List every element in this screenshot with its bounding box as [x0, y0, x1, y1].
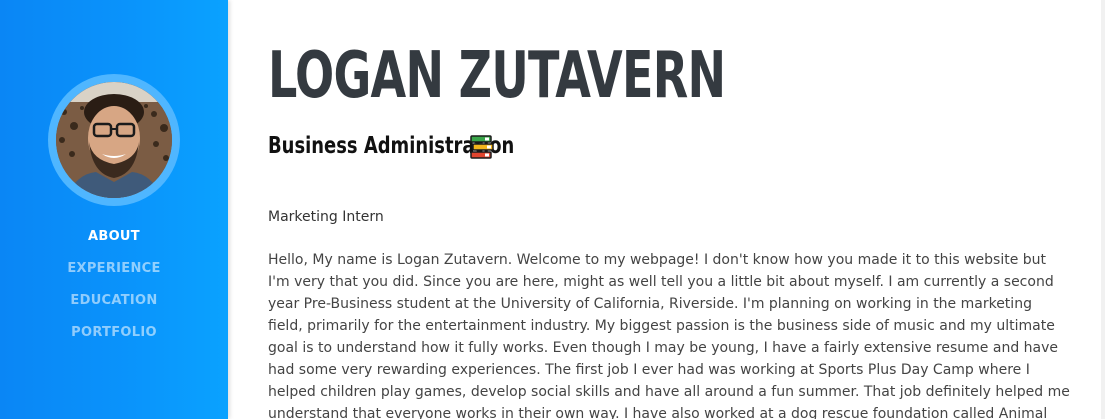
- nav-link-portfolio[interactable]: PORTFOLIO: [0, 323, 228, 355]
- about-line: helped children play games, develop soci…: [268, 384, 1070, 400]
- nav-link-experience[interactable]: EXPERIENCE: [0, 259, 228, 291]
- subheading-row: Business Administration: [268, 130, 584, 162]
- avatar: [56, 82, 172, 198]
- about-line: I'm very that you did. Since you are her…: [268, 274, 1054, 290]
- books-icon: [470, 135, 494, 159]
- nav-link-education[interactable]: EDUCATION: [0, 291, 228, 323]
- about-line: had some very rewarding experiences. The…: [268, 362, 1030, 378]
- about-line: field, primarily for the entertainment i…: [268, 318, 1055, 334]
- profile-photo: [56, 82, 172, 198]
- about-line: Hello, My name is Logan Zutavern. Welcom…: [268, 252, 1047, 268]
- avatar-ring: [48, 74, 180, 206]
- page-scrollbar[interactable]: [1101, 0, 1105, 419]
- nav-link-about[interactable]: ABOUT: [0, 227, 228, 259]
- page-title: LOGAN ZUTAVERN: [268, 39, 726, 113]
- sidebar: ABOUT EXPERIENCE EDUCATION PORTFOLIO: [0, 0, 228, 419]
- resume-page: ABOUT EXPERIENCE EDUCATION PORTFOLIO LOG…: [0, 0, 1105, 419]
- about-line: year Pre-Business student at the Univers…: [268, 296, 1032, 312]
- about-line: goal is to understand how it fully works…: [268, 340, 1059, 356]
- about-line: understand that everyone works in their …: [268, 406, 1048, 419]
- sidebar-nav: ABOUT EXPERIENCE EDUCATION PORTFOLIO: [0, 227, 228, 355]
- job-title: Marketing Intern: [268, 209, 384, 225]
- about-paragraph: Hello, My name is Logan Zutavern. Welcom…: [268, 249, 1070, 419]
